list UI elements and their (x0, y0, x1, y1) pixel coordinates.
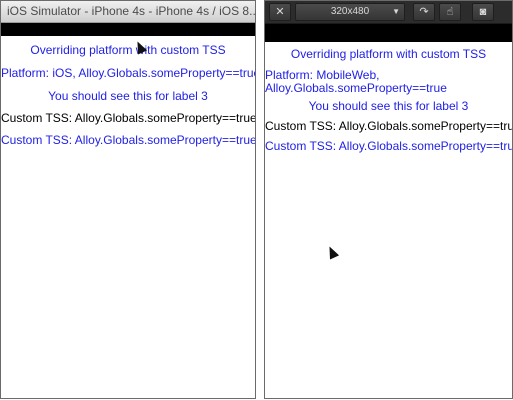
label-1: Overriding platform with custom TSS (290, 47, 487, 61)
label-3: You should see this for label 3 (48, 89, 208, 103)
label-5: Custom TSS: Alloy.Globals.someProperty==… (265, 139, 513, 153)
resolution-select[interactable]: 320x480 ▼ (295, 3, 405, 21)
camera-icon[interactable]: ◙ (472, 3, 494, 21)
label-2-line-1: Platform: MobileWeb, (265, 68, 380, 82)
label-4: Custom TSS: Alloy.Globals.someProperty==… (1, 111, 256, 125)
mobileweb-preview-window: ✕ 320x480 ▼ ↷ ☝ ◙ Overriding platform wi… (264, 0, 513, 399)
window-title[interactable]: iOS Simulator - iPhone 4s - iPhone 4s / … (1, 1, 255, 23)
label-5: Custom TSS: Alloy.Globals.someProperty==… (1, 133, 256, 147)
touch-icon[interactable]: ☝ (439, 3, 461, 21)
label-2-line-2: Alloy.Globals.someProperty==true (265, 81, 447, 95)
label-1: Overriding platform with custom TSS (30, 43, 226, 57)
chevron-down-icon: ▼ (392, 7, 400, 16)
label-4: Custom TSS: Alloy.Globals.someProperty==… (265, 119, 513, 133)
ios-simulator-window: iOS Simulator - iPhone 4s - iPhone 4s / … (0, 0, 256, 399)
resolution-value: 320x480 (330, 6, 370, 17)
status-bar (1, 23, 255, 36)
mouse-cursor-icon (324, 244, 340, 260)
status-bar (265, 24, 512, 42)
preview-toolbar: ✕ 320x480 ▼ ↷ ☝ ◙ (265, 1, 512, 24)
label-3: You should see this for label 3 (308, 99, 469, 113)
rotate-icon[interactable]: ↷ (413, 3, 435, 21)
label-2: Platform: iOS, Alloy.Globals.somePropert… (1, 66, 256, 80)
close-icon[interactable]: ✕ (269, 3, 291, 21)
